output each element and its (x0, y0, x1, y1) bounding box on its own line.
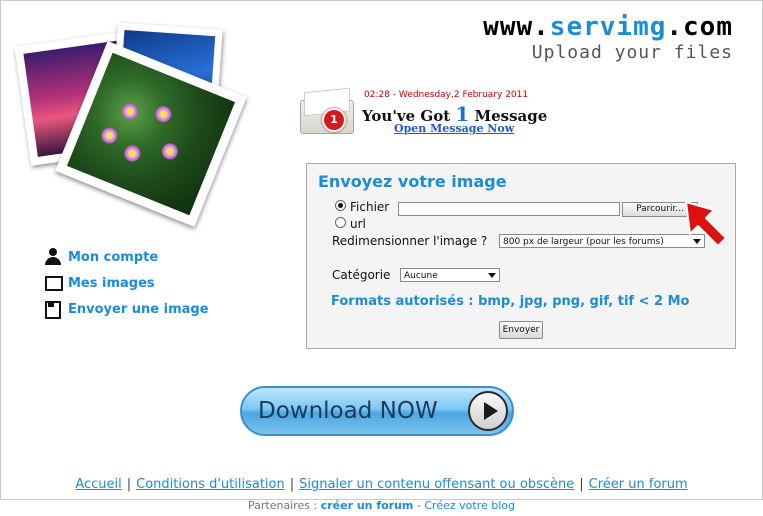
radio-url-label: url (350, 217, 366, 231)
menu-item-images[interactable]: Mes images (44, 270, 209, 296)
radio-url[interactable] (335, 217, 346, 228)
envelope-icon: 1 (300, 87, 354, 134)
download-now-button[interactable]: Download NOW (240, 386, 514, 436)
upload-form: Envoyez votre image Fichier Parcourir...… (306, 163, 736, 349)
category-select[interactable]: Aucune (400, 268, 500, 282)
radio-file[interactable] (335, 200, 346, 211)
photo-collage (14, 18, 247, 227)
site-logo[interactable]: www.servimg.com Upload your files (483, 12, 733, 63)
resize-select[interactable]: 800 px de largeur (pour les forums) (499, 234, 705, 248)
screen-icon (44, 274, 63, 292)
menu-item-label: Mes images (68, 275, 155, 291)
ad-datetime: 02:28 - Wednesday,2 February 2011 (364, 90, 529, 100)
file-input[interactable] (398, 202, 620, 216)
partners-label: Partenaires : (247, 499, 321, 512)
menu-item-account[interactable]: Mon compte (44, 244, 209, 270)
message-ad[interactable]: 1 02:28 - Wednesday,2 February 2011 You'… (300, 87, 547, 138)
user-icon (44, 248, 62, 266)
upload-title: Envoyez votre image (318, 172, 507, 191)
message-count-badge: 1 (322, 108, 346, 132)
resize-select-value: 800 px de largeur (pour les forums) (503, 237, 664, 247)
allowed-formats: Formats autorisés : bmp, jpg, png, gif, … (331, 294, 690, 309)
menu-item-upload[interactable]: Envoyer une image (44, 296, 209, 322)
category-select-value: Aucune (404, 271, 438, 281)
footer-link-home[interactable]: Accueil (75, 477, 121, 492)
play-icon (468, 391, 508, 431)
partner-separator: - (413, 499, 425, 512)
partner-link-forum[interactable]: créer un forum (321, 499, 414, 512)
partner-link-blog[interactable]: Créez votre blog (424, 499, 515, 512)
resize-label: Redimensionner l'image ? (332, 234, 488, 248)
radio-file-label: Fichier (350, 200, 390, 214)
menu-item-label: Mon compte (68, 249, 159, 265)
footer-link-create-forum[interactable]: Créer un forum (589, 477, 688, 492)
partners-line: Partenaires : créer un forum - Créez vot… (0, 499, 763, 512)
red-arrow-icon (685, 201, 727, 247)
footer-links: Accueil | Conditions d'utilisation | Signale… (75, 477, 688, 492)
upload-disk-icon (44, 300, 62, 319)
chevron-down-icon (488, 273, 496, 278)
submit-button[interactable]: Envoyer (499, 321, 543, 339)
footer-link-terms[interactable]: Conditions d'utilisation (136, 477, 285, 492)
logo-tagline: Upload your files (531, 42, 733, 63)
download-label: Download NOW (258, 398, 438, 424)
menu-item-label: Envoyer une image (68, 301, 209, 317)
footer-link-report[interactable]: Signaler un contenu offensant ou obscène (299, 477, 574, 492)
side-menu: Mon compte Mes images Envoyer une image (44, 244, 209, 322)
logo-text: www.servimg.com (483, 12, 733, 42)
category-label: Catégorie (332, 268, 391, 282)
open-message-link[interactable]: Open Message Now (394, 122, 514, 135)
